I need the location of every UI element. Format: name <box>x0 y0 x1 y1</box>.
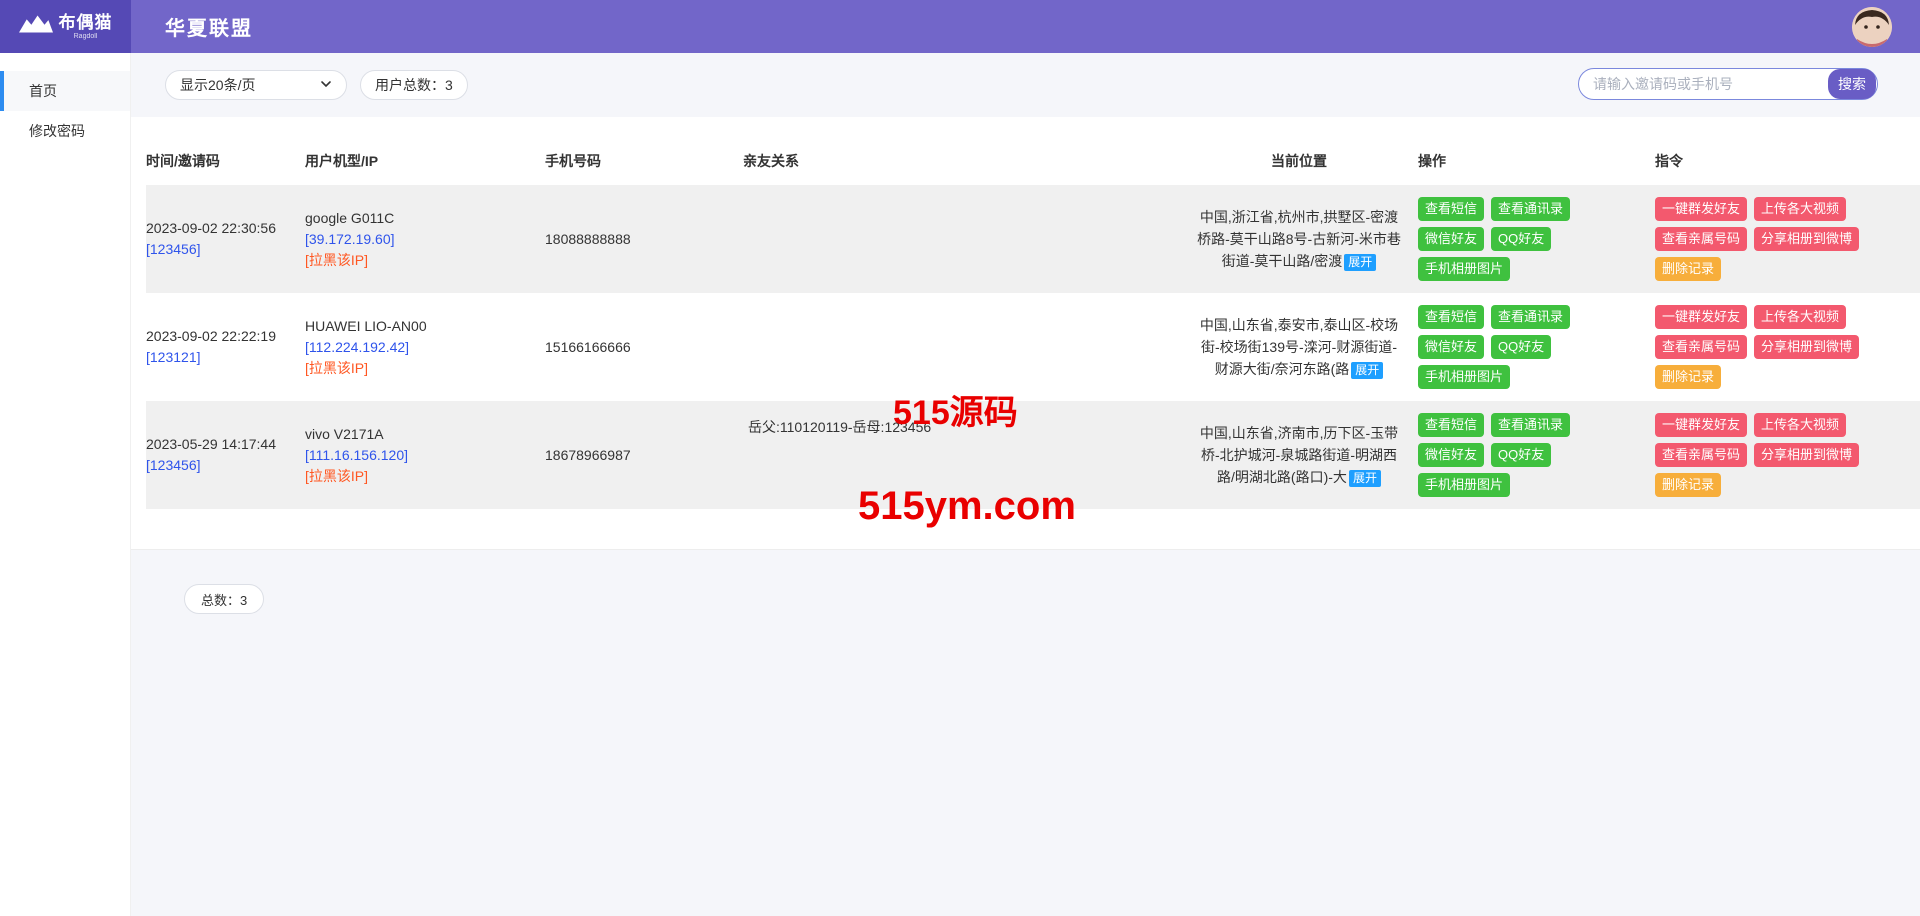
view-contacts-button[interactable]: 查看通讯录 <box>1491 413 1570 437</box>
phone-album-button[interactable]: 手机相册图片 <box>1418 365 1510 389</box>
device-model: HUAWEI LIO-AN00 <box>305 316 545 337</box>
total-count-badge: 总数：3 <box>184 584 264 614</box>
brand-subtitle: Ragdoll <box>74 33 98 40</box>
ip-link[interactable]: [39.172.19.60] <box>305 229 545 250</box>
sidebar-item-home[interactable]: 首页 <box>0 71 130 111</box>
expand-button[interactable]: 展开 <box>1351 362 1383 379</box>
upload-videos-button[interactable]: 上传各大视频 <box>1754 197 1846 221</box>
phone-album-button[interactable]: 手机相册图片 <box>1418 473 1510 497</box>
column-header-commands: 指令 <box>1655 151 1889 171</box>
mass-message-button[interactable]: 一键群发好友 <box>1655 197 1747 221</box>
share-album-weibo-button[interactable]: 分享相册到微博 <box>1754 443 1859 467</box>
user-avatar[interactable] <box>1852 7 1892 47</box>
sidebar-item-label: 首页 <box>29 83 57 99</box>
device-model: google G011C <box>305 208 545 229</box>
blacklist-ip-link[interactable]: [拉黑该IP] <box>305 466 545 487</box>
phone-number: 18088888888 <box>545 229 743 250</box>
column-header-actions: 操作 <box>1418 151 1655 171</box>
qq-friends-button[interactable]: QQ好友 <box>1491 443 1551 467</box>
view-relatives-button[interactable]: 查看亲属号码 <box>1655 335 1747 359</box>
invite-code-link[interactable]: [123121] <box>146 347 305 368</box>
view-sms-button[interactable]: 查看短信 <box>1418 305 1484 329</box>
page-size-value: 显示20条/页 <box>180 75 255 95</box>
phone-album-button[interactable]: 手机相册图片 <box>1418 257 1510 281</box>
view-contacts-button[interactable]: 查看通讯录 <box>1491 197 1570 221</box>
sidebar-item-change-password[interactable]: 修改密码 <box>0 111 130 151</box>
table-row: 2023-05-29 14:17:44 [123456] vivo V2171A… <box>146 401 1920 509</box>
cat-mountain-icon <box>19 15 53 38</box>
blacklist-ip-link[interactable]: [拉黑该IP] <box>305 358 545 379</box>
blacklist-ip-link[interactable]: [拉黑该IP] <box>305 250 545 271</box>
column-header-phone: 手机号码 <box>545 151 743 171</box>
wechat-friends-button[interactable]: 微信好友 <box>1418 335 1484 359</box>
upload-videos-button[interactable]: 上传各大视频 <box>1754 413 1846 437</box>
sidebar-item-label: 修改密码 <box>29 123 85 139</box>
search-input[interactable] <box>1579 76 1828 92</box>
top-header: 布偶猫 Ragdoll 华夏联盟 <box>0 0 1920 53</box>
record-time: 2023-09-02 22:22:19 <box>146 326 305 347</box>
toolbar: 显示20条/页 用户总数：3 搜索 <box>131 53 1920 117</box>
column-header-location: 当前位置 <box>1180 150 1418 172</box>
user-total-badge: 用户总数：3 <box>360 70 468 100</box>
ip-link[interactable]: [111.16.156.120] <box>305 445 545 466</box>
brand-name: 布偶猫 <box>59 14 113 31</box>
column-header-device: 用户机型/IP <box>305 151 545 171</box>
relations-text: 岳父:110120119-岳母:123456 <box>743 401 1180 438</box>
table-row: 2023-09-02 22:22:19 [123121] HUAWEI LIO-… <box>146 293 1920 401</box>
delete-record-button[interactable]: 删除记录 <box>1655 473 1721 497</box>
view-sms-button[interactable]: 查看短信 <box>1418 197 1484 221</box>
invite-code-link[interactable]: [123456] <box>146 455 305 476</box>
share-album-weibo-button[interactable]: 分享相册到微博 <box>1754 227 1859 251</box>
page-title: 华夏联盟 <box>165 12 253 41</box>
search-box: 搜索 <box>1578 68 1878 100</box>
users-table: 时间/邀请码 用户机型/IP 手机号码 亲友关系 当前位置 操作 指令 2023… <box>131 137 1920 509</box>
table-card: 时间/邀请码 用户机型/IP 手机号码 亲友关系 当前位置 操作 指令 2023… <box>131 117 1920 550</box>
table-row: 2023-09-02 22:30:56 [123456] google G011… <box>146 185 1920 293</box>
relations-text <box>743 185 1180 201</box>
sidebar: 首页 修改密码 <box>0 53 131 916</box>
expand-button[interactable]: 展开 <box>1349 470 1381 487</box>
qq-friends-button[interactable]: QQ好友 <box>1491 227 1551 251</box>
delete-record-button[interactable]: 删除记录 <box>1655 257 1721 281</box>
chevron-down-icon <box>320 77 332 93</box>
brand-logo: 布偶猫 Ragdoll <box>0 0 131 53</box>
expand-button[interactable]: 展开 <box>1344 254 1376 271</box>
phone-number: 18678966987 <box>545 445 743 466</box>
delete-record-button[interactable]: 删除记录 <box>1655 365 1721 389</box>
view-contacts-button[interactable]: 查看通讯录 <box>1491 305 1570 329</box>
wechat-friends-button[interactable]: 微信好友 <box>1418 227 1484 251</box>
wechat-friends-button[interactable]: 微信好友 <box>1418 443 1484 467</box>
main-content: 显示20条/页 用户总数：3 搜索 时间/邀请码 用户机型/IP 手机号码 亲友… <box>131 53 1920 916</box>
ip-link[interactable]: [112.224.192.42] <box>305 337 545 358</box>
upload-videos-button[interactable]: 上传各大视频 <box>1754 305 1846 329</box>
table-header-row: 时间/邀请码 用户机型/IP 手机号码 亲友关系 当前位置 操作 指令 <box>146 137 1920 185</box>
share-album-weibo-button[interactable]: 分享相册到微博 <box>1754 335 1859 359</box>
record-time: 2023-05-29 14:17:44 <box>146 434 305 455</box>
invite-code-link[interactable]: [123456] <box>146 239 305 260</box>
view-relatives-button[interactable]: 查看亲属号码 <box>1655 227 1747 251</box>
view-sms-button[interactable]: 查看短信 <box>1418 413 1484 437</box>
search-button[interactable]: 搜索 <box>1828 69 1876 99</box>
view-relatives-button[interactable]: 查看亲属号码 <box>1655 443 1747 467</box>
mass-message-button[interactable]: 一键群发好友 <box>1655 413 1747 437</box>
page-size-select[interactable]: 显示20条/页 <box>165 70 347 100</box>
record-time: 2023-09-02 22:30:56 <box>146 218 305 239</box>
qq-friends-button[interactable]: QQ好友 <box>1491 335 1551 359</box>
phone-number: 15166166666 <box>545 337 743 358</box>
column-header-time: 时间/邀请码 <box>146 151 305 171</box>
relations-text <box>743 293 1180 309</box>
mass-message-button[interactable]: 一键群发好友 <box>1655 305 1747 329</box>
column-header-relations: 亲友关系 <box>743 151 1180 171</box>
device-model: vivo V2171A <box>305 424 545 445</box>
